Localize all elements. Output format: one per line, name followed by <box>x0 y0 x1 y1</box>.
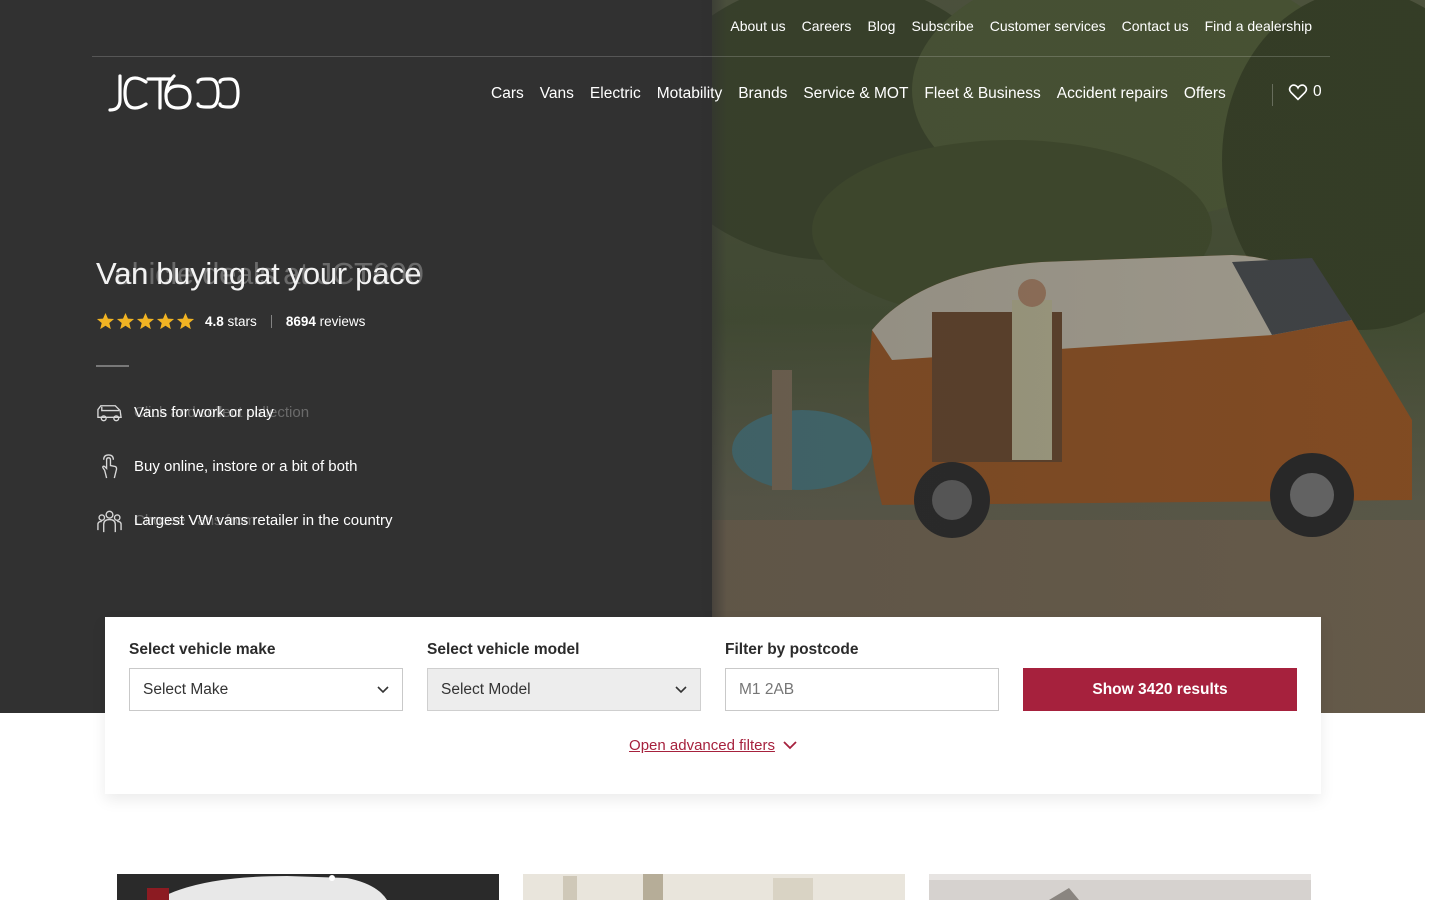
nav-divider <box>1272 84 1273 106</box>
feature-item: Buy online, instore or a bit of both <box>96 453 357 480</box>
chevron-down-icon <box>377 685 389 693</box>
util-link-about[interactable]: About us <box>730 18 785 34</box>
postcode-field: Filter by postcode <box>725 641 999 711</box>
util-link-careers[interactable]: Careers <box>802 18 852 34</box>
star-icon <box>136 312 155 330</box>
star-icon <box>96 312 115 330</box>
model-label: Select vehicle model <box>427 641 580 658</box>
feature-item: Click and collect collection Vans for wo… <box>96 399 309 426</box>
util-link-customer-services[interactable]: Customer services <box>990 18 1106 34</box>
nav-service-mot[interactable]: Service & MOT <box>803 85 908 103</box>
make-field: Select vehicle make Select Make <box>129 641 403 711</box>
main-nav: Cars Vans Electric Motability Brands Ser… <box>491 85 1226 103</box>
star-icon <box>176 312 195 330</box>
nav-accident-repairs[interactable]: Accident repairs <box>1057 85 1168 103</box>
show-results-button[interactable]: Show 3420 results <box>1023 668 1297 711</box>
util-link-blog[interactable]: Blog <box>867 18 895 34</box>
hero-title: Van buying at your pace <box>96 256 422 291</box>
model-select-value: Select Model <box>441 680 531 698</box>
people-group-icon <box>97 510 122 533</box>
postcode-input[interactable] <box>725 668 999 711</box>
nav-electric[interactable]: Electric <box>590 85 641 103</box>
feature-ghost-text: Click and collect collection <box>134 404 310 421</box>
nav-offers[interactable]: Offers <box>1184 85 1226 103</box>
promo-card-photo <box>929 874 1311 900</box>
postcode-label: Filter by postcode <box>725 641 859 658</box>
rating-score: 4.8 stars <box>205 314 257 329</box>
feature-item: Choose vans from Largest VW vans retaile… <box>96 507 392 534</box>
hero-divider <box>96 365 129 367</box>
page-scrollbar[interactable] <box>1425 0 1440 900</box>
wishlist-button[interactable]: 0 <box>1288 83 1322 101</box>
heart-icon <box>1288 84 1308 101</box>
promo-card-image[interactable] <box>523 874 905 900</box>
promo-card-photo <box>523 874 905 900</box>
promo-card-image[interactable] <box>117 874 499 900</box>
star-rating <box>96 312 195 331</box>
star-icon <box>116 312 135 330</box>
util-link-subscribe[interactable]: Subscribe <box>911 18 973 34</box>
star-icon <box>156 312 175 330</box>
promo-card-photo <box>117 874 499 900</box>
util-link-contact[interactable]: Contact us <box>1122 18 1189 34</box>
advanced-filters: Open advanced filters <box>105 737 1321 755</box>
model-select[interactable]: Select Model <box>427 668 701 711</box>
hero-banner: About us Careers Blog Subscribe Customer… <box>0 0 1425 713</box>
model-field: Select vehicle model Select Model <box>427 641 701 711</box>
nav-brands[interactable]: Brands <box>738 85 787 103</box>
wishlist-count: 0 <box>1313 83 1322 100</box>
review-count[interactable]: 8694 reviews <box>286 314 366 329</box>
nav-motability[interactable]: Motability <box>657 85 722 103</box>
make-select-value: Select Make <box>143 680 229 698</box>
advanced-filters-label: Open advanced filters <box>629 737 775 754</box>
chevron-down-icon <box>783 741 797 750</box>
utility-bar: About us Careers Blog Subscribe Customer… <box>92 0 1330 57</box>
make-label: Select vehicle make <box>129 641 276 658</box>
vehicle-search-panel: Select vehicle make Select Make Select v… <box>105 617 1321 794</box>
touch-hand-icon <box>102 454 118 479</box>
nav-fleet-business[interactable]: Fleet & Business <box>924 85 1040 103</box>
jct600-logo[interactable] <box>106 70 240 114</box>
promo-card-image[interactable] <box>929 874 1311 900</box>
make-select[interactable]: Select Make <box>129 668 403 711</box>
utility-nav: About us Careers Blog Subscribe Customer… <box>730 18 1312 34</box>
open-advanced-filters-link[interactable]: Open advanced filters <box>629 737 797 754</box>
van-icon <box>97 405 122 422</box>
feature-text: Buy online, instore or a bit of both <box>134 458 358 475</box>
feature-ghost-text: Choose vans from <box>134 512 256 529</box>
nav-cars[interactable]: Cars <box>491 85 524 103</box>
rating-summary: 4.8 stars 8694 reviews <box>96 312 365 331</box>
rating-separator <box>270 315 272 328</box>
nav-vans[interactable]: Vans <box>540 85 574 103</box>
util-link-find-dealership[interactable]: Find a dealership <box>1205 18 1312 34</box>
chevron-down-icon <box>675 685 687 693</box>
